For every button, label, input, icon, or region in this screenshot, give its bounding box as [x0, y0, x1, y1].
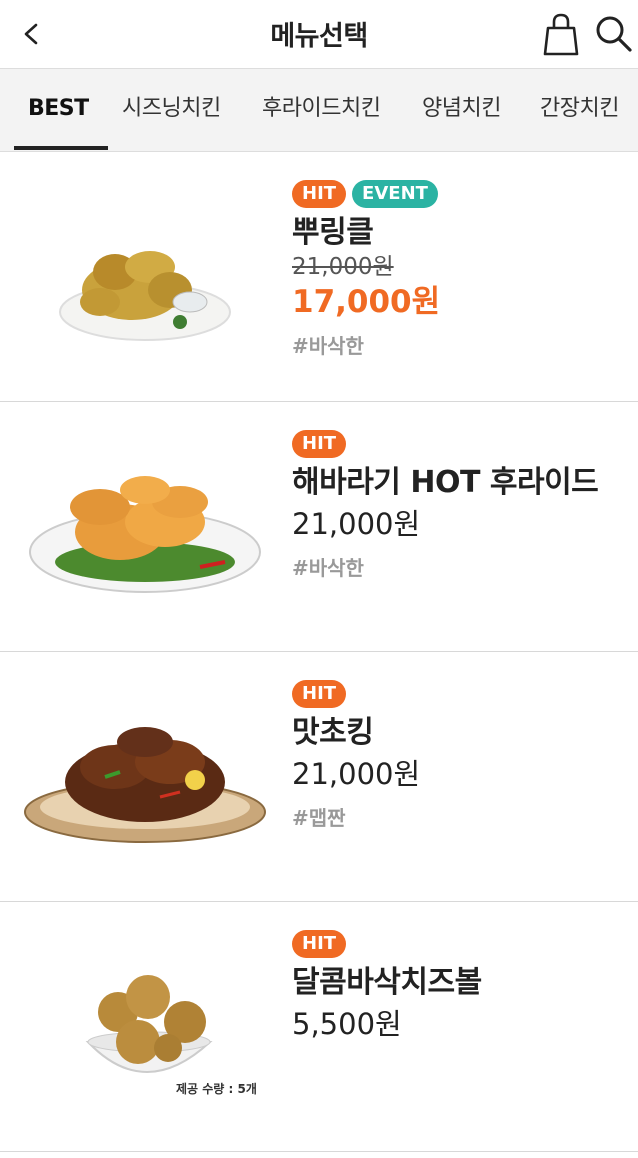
menu-item-tag: #바삭한 [292, 556, 364, 580]
badge-group: HIT [292, 430, 598, 458]
menu-item-image [59, 251, 231, 341]
tab-best[interactable]: BEST [28, 69, 89, 151]
menu-item-name: 맛초킹 [292, 715, 374, 750]
badge-group: HIT EVENT [292, 180, 440, 208]
event-badge: EVENT [352, 180, 438, 208]
menu-item-price: 5,500원 [292, 1007, 402, 1041]
menu-item-info: HIT EVENT 뿌링클 21,000원 17,000원 #바삭한 [292, 180, 440, 359]
menu-item-info: HIT 달콤바삭치즈볼 5,500원 [292, 930, 482, 1044]
active-tab-indicator [14, 146, 108, 150]
menu-item[interactable]: HIT 해바라기 HOT 후라이드 21,000원 #바삭한 [0, 402, 638, 652]
menu-item-tag: #맵짠 [292, 806, 346, 830]
menu-item[interactable]: 제공 수량 : 5개 HIT 달콤바삭치즈볼 5,500원 [0, 902, 638, 1152]
sale-price: 17,000원 [292, 284, 441, 320]
menu-item-image [24, 727, 266, 843]
menu-item[interactable]: HIT EVENT 뿌링클 21,000원 17,000원 #바삭한 [0, 152, 638, 402]
tab-seasoning-chicken[interactable]: 시즈닝치킨 [122, 69, 221, 151]
original-price: 21,000원 [292, 254, 394, 280]
menu-item-info: HIT 맛초킹 21,000원 #맵짠 [292, 680, 420, 831]
shopping-bag-icon[interactable] [542, 12, 580, 56]
quantity-caption: 제공 수량 : 5개 [176, 1082, 257, 1096]
tab-fried-chicken[interactable]: 후라이드치킨 [262, 69, 381, 151]
hit-badge: HIT [292, 680, 347, 708]
menu-item-image [29, 476, 261, 593]
hit-badge: HIT [292, 430, 347, 458]
menu-item-image [85, 975, 213, 1073]
badge-group: HIT [292, 680, 420, 708]
menu-item-tag: #바삭한 [292, 334, 364, 358]
menu-item-name: 해바라기 HOT 후라이드 [292, 465, 599, 500]
menu-item[interactable]: HIT 맛초킹 21,000원 #맵짠 [0, 652, 638, 902]
hit-badge: HIT [292, 930, 347, 958]
menu-item-name: 달콤바삭치즈볼 [292, 965, 482, 1000]
menu-item-info: HIT 해바라기 HOT 후라이드 21,000원 #바삭한 [292, 430, 599, 581]
app-header: 메뉴선택 [0, 0, 638, 68]
hit-badge: HIT [292, 180, 347, 208]
tab-sauce-chicken[interactable]: 양념치킨 [422, 69, 501, 151]
tab-soy-chicken[interactable]: 간장치킨 [540, 69, 619, 151]
badge-group: HIT [292, 930, 482, 958]
menu-item-name: 뿌링클 [292, 215, 374, 250]
category-tabs: BEST 시즈닝치킨 후라이드치킨 양념치킨 간장치킨 [0, 68, 638, 152]
menu-item-price: 21,000원 [292, 757, 421, 791]
search-icon[interactable] [594, 14, 634, 54]
menu-item-price: 21,000원 [292, 507, 421, 541]
